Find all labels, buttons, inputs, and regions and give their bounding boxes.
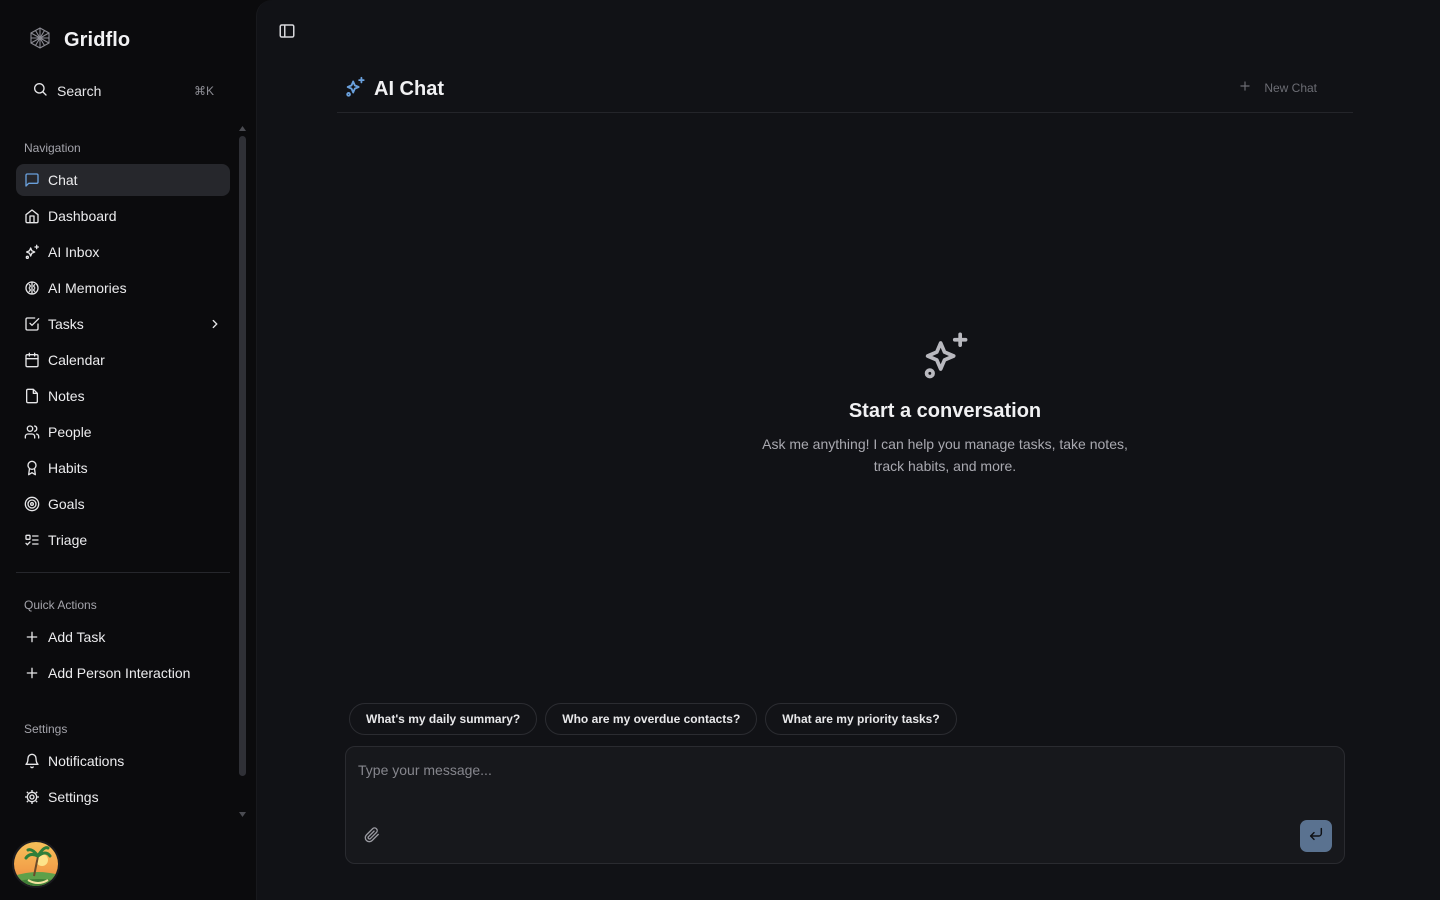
sidebar-item-notes[interactable]: Notes (16, 380, 230, 412)
nav-section-title: Navigation (24, 141, 81, 155)
award-icon (24, 460, 40, 476)
sidebar-item-habits[interactable]: Habits (16, 452, 230, 484)
sidebar-item-label: AI Inbox (48, 244, 100, 260)
settings-section-title: Settings (24, 722, 68, 736)
quick-action-add-person-interaction[interactable]: Add Person Interaction (16, 657, 230, 689)
sidebar-item-people[interactable]: People (16, 416, 230, 448)
sidebar-item-label: Chat (48, 172, 78, 188)
enter-icon (1308, 826, 1324, 847)
sidebar-item-chat[interactable]: Chat (16, 164, 230, 196)
sidebar-item-notifications[interactable]: Notifications (16, 745, 230, 777)
app-root: Gridflo Search ⌘K Navigation Chat Dashbo (0, 0, 1440, 900)
empty-state: Start a conversation Ask me anything! I … (513, 330, 1377, 477)
quick-action-add-task[interactable]: Add Task (16, 621, 230, 653)
sparkles-icon (24, 244, 40, 260)
message-square-icon (24, 172, 40, 188)
sidebar-item-label: Notes (48, 388, 85, 404)
sidebar-item-label: People (48, 424, 92, 440)
quick-action-label: Add Person Interaction (48, 665, 191, 681)
sidebar-item-label: Dashboard (48, 208, 117, 224)
quick-actions-title: Quick Actions (24, 598, 97, 612)
logo-icon (28, 26, 52, 55)
sidebar-item-calendar[interactable]: Calendar (16, 344, 230, 376)
sidebar-scroll-area: Navigation Chat Dashboard AI Inbox AI Me… (0, 128, 256, 828)
send-button[interactable] (1300, 820, 1332, 852)
plus-icon (24, 629, 40, 645)
calendar-icon (24, 352, 40, 368)
plus-icon (24, 665, 40, 681)
suggestion-chips: What's my daily summary? Who are my over… (349, 703, 957, 735)
scrollbar-thumb[interactable] (239, 136, 246, 776)
search-icon (32, 81, 48, 102)
suggestion-overdue-contacts[interactable]: Who are my overdue contacts? (545, 703, 758, 735)
sidebar-item-triage[interactable]: Triage (16, 524, 230, 556)
plus-icon (1238, 79, 1252, 96)
message-composer[interactable]: Type your message... (345, 746, 1345, 864)
message-input[interactable]: Type your message... (358, 762, 492, 778)
sidebar-item-settings[interactable]: Settings (16, 781, 230, 813)
sidebar-item-label: Settings (48, 789, 99, 805)
new-chat-button[interactable]: New Chat (1238, 79, 1317, 96)
page-title: AI Chat (374, 78, 444, 100)
sidebar-scrollbar[interactable] (239, 126, 246, 822)
home-icon (24, 208, 40, 224)
sidebar-item-label: Goals (48, 496, 85, 512)
empty-state-subtitle: Ask me anything! I can help you manage t… (762, 436, 1128, 474)
sidebar-item-label: Triage (48, 532, 88, 548)
sidebar-item-label: Habits (48, 460, 88, 476)
search-label: Search (57, 83, 102, 99)
quick-action-label: Add Task (48, 629, 106, 645)
chat-header: AI Chat New Chat (337, 70, 1353, 113)
sidebar-item-label: AI Memories (48, 280, 127, 296)
gear-icon (24, 789, 40, 805)
chevron-right-icon[interactable] (208, 317, 222, 331)
sidebar: Gridflo Search ⌘K Navigation Chat Dashbo (0, 0, 256, 900)
scroll-down-icon[interactable] (239, 812, 246, 818)
list-todo-icon (24, 532, 40, 548)
sidebar-item-goals[interactable]: Goals (16, 488, 230, 520)
sidebar-item-ai-inbox[interactable]: AI Inbox (16, 236, 230, 268)
brand[interactable]: Gridflo (28, 26, 130, 55)
file-icon (24, 388, 40, 404)
avatar[interactable] (12, 840, 60, 888)
main-panel: AI Chat New Chat Start a conversation As… (256, 0, 1440, 900)
suggestion-daily-summary[interactable]: What's my daily summary? (349, 703, 538, 735)
sidebar-item-label: Tasks (48, 316, 84, 332)
sidebar-item-label: Calendar (48, 352, 105, 368)
search-shortcut: ⌘K (193, 84, 214, 98)
users-icon (24, 424, 40, 440)
scroll-up-icon[interactable] (239, 126, 246, 132)
sidebar-divider (16, 572, 230, 573)
sparkles-icon (513, 330, 1377, 382)
sidebar-item-label: Notifications (48, 753, 125, 769)
app-name: Gridflo (64, 29, 131, 51)
bell-icon (24, 753, 40, 769)
sidebar-item-tasks[interactable]: Tasks (16, 308, 230, 340)
search-button[interactable]: Search ⌘K (16, 76, 230, 106)
check-square-icon (24, 316, 40, 332)
sparkles-icon (344, 76, 366, 103)
sidebar-item-ai-memories[interactable]: AI Memories (16, 272, 230, 304)
brain-icon (24, 280, 40, 296)
sidebar-item-dashboard[interactable]: Dashboard (16, 200, 230, 232)
target-icon (24, 496, 40, 512)
new-chat-label: New Chat (1264, 80, 1317, 95)
suggestion-priority-tasks[interactable]: What are my priority tasks? (765, 703, 957, 735)
paperclip-icon[interactable] (364, 827, 380, 843)
page-title-group: AI Chat (344, 76, 444, 103)
empty-state-heading: Start a conversation (848, 400, 1042, 422)
sidebar-toggle-icon[interactable] (278, 22, 296, 40)
